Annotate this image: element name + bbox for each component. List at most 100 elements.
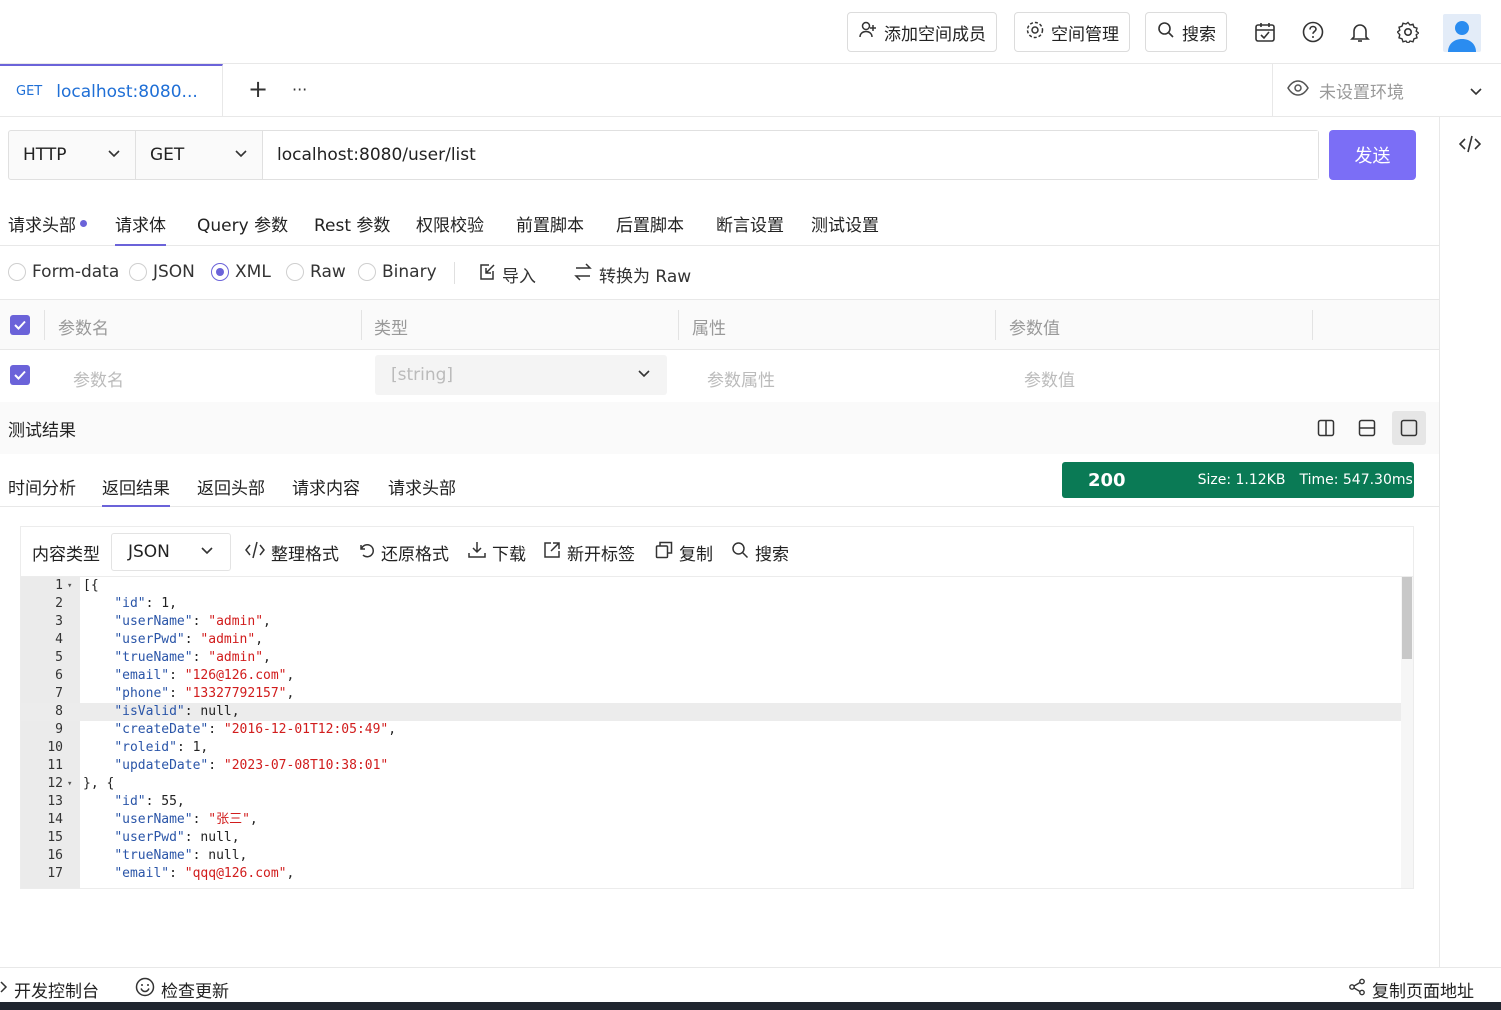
radio-label: Raw [310,262,346,282]
import-button[interactable]: 导入 [478,262,536,287]
radio-label: Form-data [32,262,120,282]
tab-request-body[interactable]: 请求体 [115,211,166,246]
tab-query-params[interactable]: Query 参数 [197,211,288,236]
chevron-down-icon [200,542,214,562]
search-button[interactable]: 搜索 [1145,12,1227,52]
url-input[interactable]: localhost:8080/user/list [263,131,1318,179]
tab-pre-script[interactable]: 前置脚本 [516,211,584,236]
copy-page-url-button[interactable]: 复制页面地址 [1348,977,1474,1002]
calendar-icon[interactable] [1253,20,1277,44]
os-taskbar [0,1002,1501,1010]
settings-icon[interactable] [1396,20,1420,44]
tab-response-headers[interactable]: 返回头部 [197,474,265,499]
divider [454,262,455,284]
tab-assertions[interactable]: 断言设置 [716,211,784,236]
split-horizontal-icon[interactable] [1350,411,1384,445]
radio-circle [129,263,147,281]
right-panel-divider [1439,117,1440,967]
more-tabs-button[interactable]: ··· [292,80,307,99]
param-name-input[interactable]: 参数名 [73,366,124,391]
line-number: 1 [55,578,63,593]
tab-request-content[interactable]: 请求内容 [292,474,360,499]
bell-icon[interactable] [1348,20,1372,44]
space-manage-button[interactable]: 空间管理 [1014,12,1130,52]
content-type-select[interactable]: JSON [111,533,231,571]
code-line: "id": 55, [114,794,185,809]
code-line: [{ [83,578,99,593]
param-value-input[interactable]: 参数值 [1024,366,1075,391]
tab-request-headers-result[interactable]: 请求头部 [388,474,456,499]
protocol-value: HTTP [23,145,67,165]
code-line: "isValid": null, [114,704,240,719]
restore-format-button[interactable]: 还原格式 [357,540,449,565]
param-type-select[interactable]: [string] [375,355,667,395]
test-results-title: 测试结果 [8,421,76,441]
param-attribute-input[interactable]: 参数属性 [707,366,775,391]
check-update-button[interactable]: 检查更新 [135,977,229,1002]
radio-form-data[interactable]: Form-data [8,262,119,282]
radio-circle [358,263,376,281]
fold-toggle-icon[interactable]: ▾ [67,577,72,595]
column-divider [1312,310,1313,340]
help-icon[interactable] [1301,20,1325,44]
download-button[interactable]: 下载 [468,540,526,565]
tab-response-body[interactable]: 返回结果 [102,474,170,507]
code-line: }, { [83,776,115,791]
avatar[interactable] [1443,14,1481,52]
copy-icon [655,541,673,564]
radio-raw[interactable]: Raw [286,262,346,282]
gear-icon [1025,20,1045,45]
tab-time-analysis[interactable]: 时间分析 [8,474,76,499]
environment-select[interactable]: 未设置环境 [1272,64,1501,117]
send-button[interactable]: 发送 [1329,130,1416,180]
code-area[interactable]: 1 ▾ [{2 "id": 1, 3 "userName": "admin", 4 "u… [21,577,1413,888]
dev-console-button[interactable]: 开发控制台 [0,977,99,1002]
top-header: 添加空间成员 空间管理 搜索 [0,0,1501,64]
open-new-tab-button[interactable]: 新开标签 [543,540,635,565]
code-line: "email": "126@126.com", [114,668,295,683]
method-select[interactable]: GET [136,131,263,179]
tab-request-active[interactable]: GET localhost:8080... [0,64,223,117]
select-all-checkbox[interactable] [10,315,30,335]
response-time: Time: 547.30ms [1299,472,1413,488]
code-icon[interactable] [1458,134,1482,159]
radio-circle [8,263,26,281]
search-label: 搜索 [1182,24,1216,45]
fold-toggle-icon[interactable]: ▾ [67,775,72,793]
radio-binary[interactable]: Binary [358,262,437,282]
convert-label: 转换为 Raw [599,267,692,287]
format-button[interactable]: 整理格式 [245,540,339,565]
add-member-button[interactable]: 添加空间成员 [847,12,997,52]
search-icon [731,541,749,564]
radio-xml[interactable]: XML [211,262,271,282]
code-line: "userName": "admin", [114,614,271,629]
copy-button[interactable]: 复制 [655,540,713,565]
tab-rest-params[interactable]: Rest 参数 [314,211,390,236]
tab-test-settings[interactable]: 测试设置 [811,211,879,236]
chevron-down-icon [107,145,121,165]
protocol-select[interactable]: HTTP [9,131,136,179]
check-update-label: 检查更新 [161,982,229,1002]
convert-to-raw-button[interactable]: 转换为 Raw [573,262,691,287]
row-checkbox[interactable] [10,365,30,385]
tab-auth[interactable]: 权限校验 [416,211,484,236]
line-number: 9 [55,722,63,737]
line-number: 13 [47,794,63,809]
editor-search-button[interactable]: 搜索 [731,540,789,565]
add-tab-button[interactable]: + [248,75,268,103]
split-vertical-icon[interactable] [1309,411,1343,445]
tab-request-headers[interactable]: 请求头部 [8,211,87,236]
import-label: 导入 [502,267,536,287]
environment-label: 未设置环境 [1319,83,1404,103]
scrollbar-thumb[interactable] [1402,577,1412,659]
radio-circle [286,263,304,281]
tab-post-script[interactable]: 后置脚本 [616,211,684,236]
editor-search-label: 搜索 [755,545,789,565]
single-panel-icon[interactable] [1392,411,1426,445]
radio-json[interactable]: JSON [129,262,195,282]
content-type-label: 内容类型 [32,545,100,565]
new-tab-label: 新开标签 [567,545,635,565]
code-line: "id": 1, [114,596,177,611]
col-value: 参数值 [1009,319,1060,339]
line-number: 16 [47,848,63,863]
